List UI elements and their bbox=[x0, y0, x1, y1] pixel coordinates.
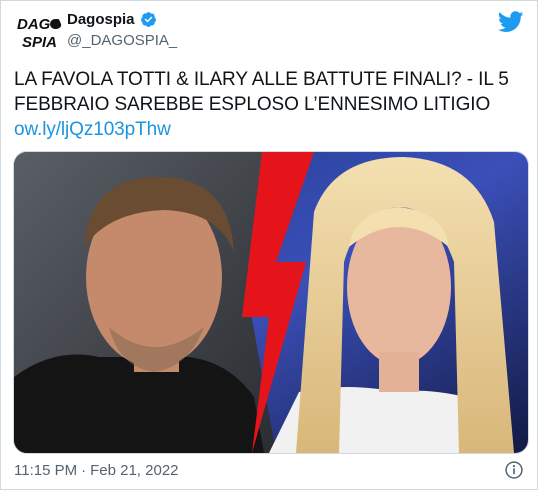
info-icon[interactable] bbox=[504, 460, 524, 480]
tweet-text: LA FAVOLA TOTTI & ILARY ALLE BATTUTE FIN… bbox=[14, 69, 509, 115]
tweet-text-block: LA FAVOLA TOTTI & ILARY ALLE BATTUTE FIN… bbox=[14, 67, 526, 142]
tweet-media[interactable] bbox=[13, 151, 529, 454]
avatar[interactable]: DAGO SPIA bbox=[14, 7, 62, 55]
account-handle[interactable]: @_DAGOSPIA_ bbox=[67, 32, 177, 49]
tweet-link[interactable]: ow.ly/ljQz103pThw bbox=[14, 117, 526, 142]
tweet-card[interactable]: DAGO SPIA Dagospia @_DAGOSPIA_ LA FAVOLA… bbox=[0, 0, 538, 490]
account-name[interactable]: Dagospia bbox=[67, 11, 135, 28]
tweet-date: Feb 21, 2022 bbox=[90, 462, 179, 479]
media-image bbox=[14, 152, 528, 453]
verified-badge-icon bbox=[140, 12, 156, 27]
twitter-bird-icon[interactable] bbox=[498, 11, 524, 33]
avatar-text-bottom: SPIA bbox=[22, 34, 57, 51]
tweet-timestamp[interactable]: 11:15 PM · Feb 21, 2022 bbox=[14, 462, 179, 479]
tweet-time: 11:15 PM bbox=[14, 462, 78, 479]
timestamp-separator: · bbox=[81, 462, 87, 479]
dagospia-logo: DAGO SPIA bbox=[14, 7, 62, 55]
